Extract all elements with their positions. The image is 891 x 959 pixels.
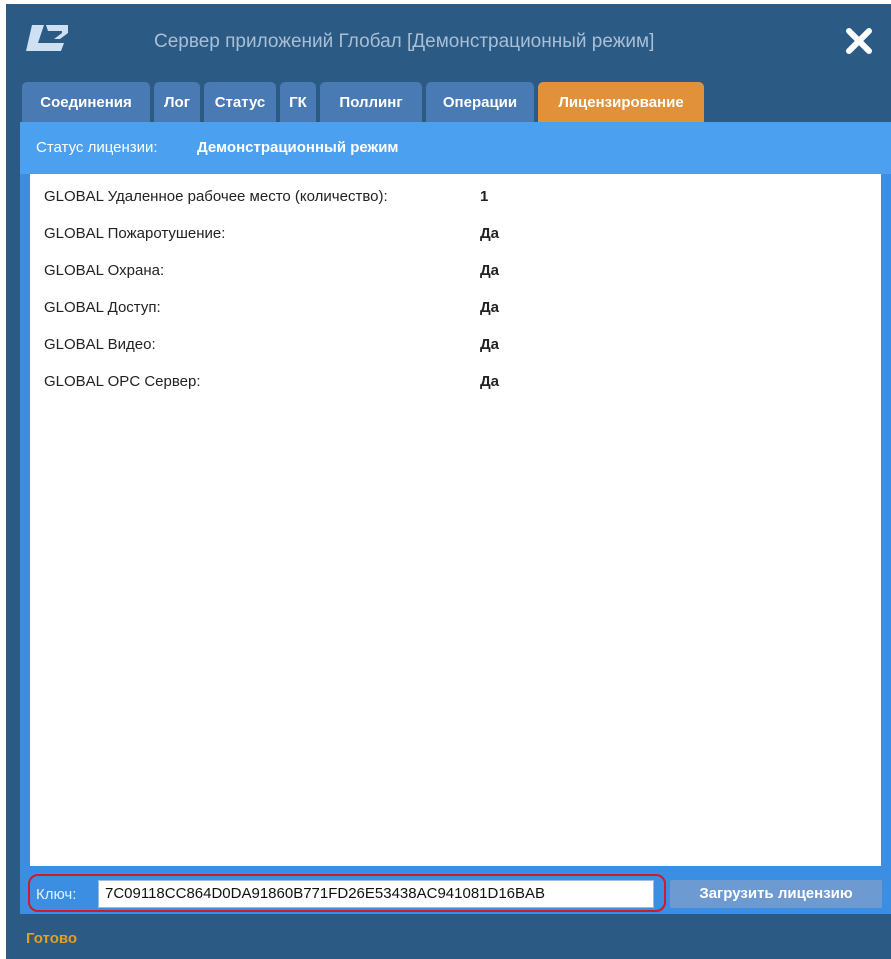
title-bar: Сервер приложений Глобал [Демонстрационн…: [6, 4, 891, 78]
app-window: Сервер приложений Глобал [Демонстрационн…: [6, 4, 891, 959]
feature-value: Да: [480, 225, 500, 242]
tab-gk[interactable]: ГК: [280, 82, 316, 122]
tab-status[interactable]: Статус: [204, 82, 276, 122]
feature-value: Да: [480, 336, 500, 353]
feature-label: GLOBAL Удаленное рабочее место (количест…: [44, 188, 388, 205]
license-key-input[interactable]: 7C09118CC864D0DA91860B771FD26E53438AC941…: [98, 880, 654, 908]
feature-value: Да: [480, 373, 500, 390]
feature-label: GLOBAL Доступ:: [44, 299, 161, 316]
window-title: Сервер приложений Глобал [Демонстрационн…: [154, 31, 655, 52]
feature-label: GLOBAL Видео:: [44, 336, 156, 353]
feature-value: 1: [480, 188, 489, 205]
feature-value: Да: [480, 299, 500, 316]
feature-label: GLOBAL OPC Сервер:: [44, 373, 201, 390]
license-key-bar: Ключ: 7C09118CC864D0DA91860B771FD26E5343…: [20, 874, 891, 914]
app-logo-icon: [26, 25, 68, 51]
license-status-value: Демонстрационный режим: [197, 139, 399, 156]
tab-operations[interactable]: Операции: [426, 82, 534, 122]
feature-value: Да: [480, 262, 500, 279]
load-license-button[interactable]: Загрузить лицензию: [670, 880, 882, 908]
licensing-panel: Статус лицензии: Демонстрационный режим …: [20, 122, 891, 874]
tab-licensing[interactable]: Лицензирование: [538, 82, 704, 122]
feature-label: GLOBAL Пожаротушение:: [44, 225, 226, 242]
license-status-label: Статус лицензии:: [36, 139, 158, 156]
license-status-bar: Статус лицензии: Демонстрационный режим: [20, 122, 891, 174]
license-features-list: GLOBAL Удаленное рабочее место (количест…: [30, 174, 881, 866]
tab-log[interactable]: Лог: [154, 82, 200, 122]
feature-label: GLOBAL Охрана:: [44, 262, 165, 279]
footer-status-text: Готово: [26, 930, 78, 947]
tab-connections[interactable]: Соединения: [22, 82, 150, 122]
tab-polling[interactable]: Поллинг: [320, 82, 422, 122]
close-icon[interactable]: [844, 26, 874, 56]
license-key-label: Ключ:: [36, 886, 77, 903]
